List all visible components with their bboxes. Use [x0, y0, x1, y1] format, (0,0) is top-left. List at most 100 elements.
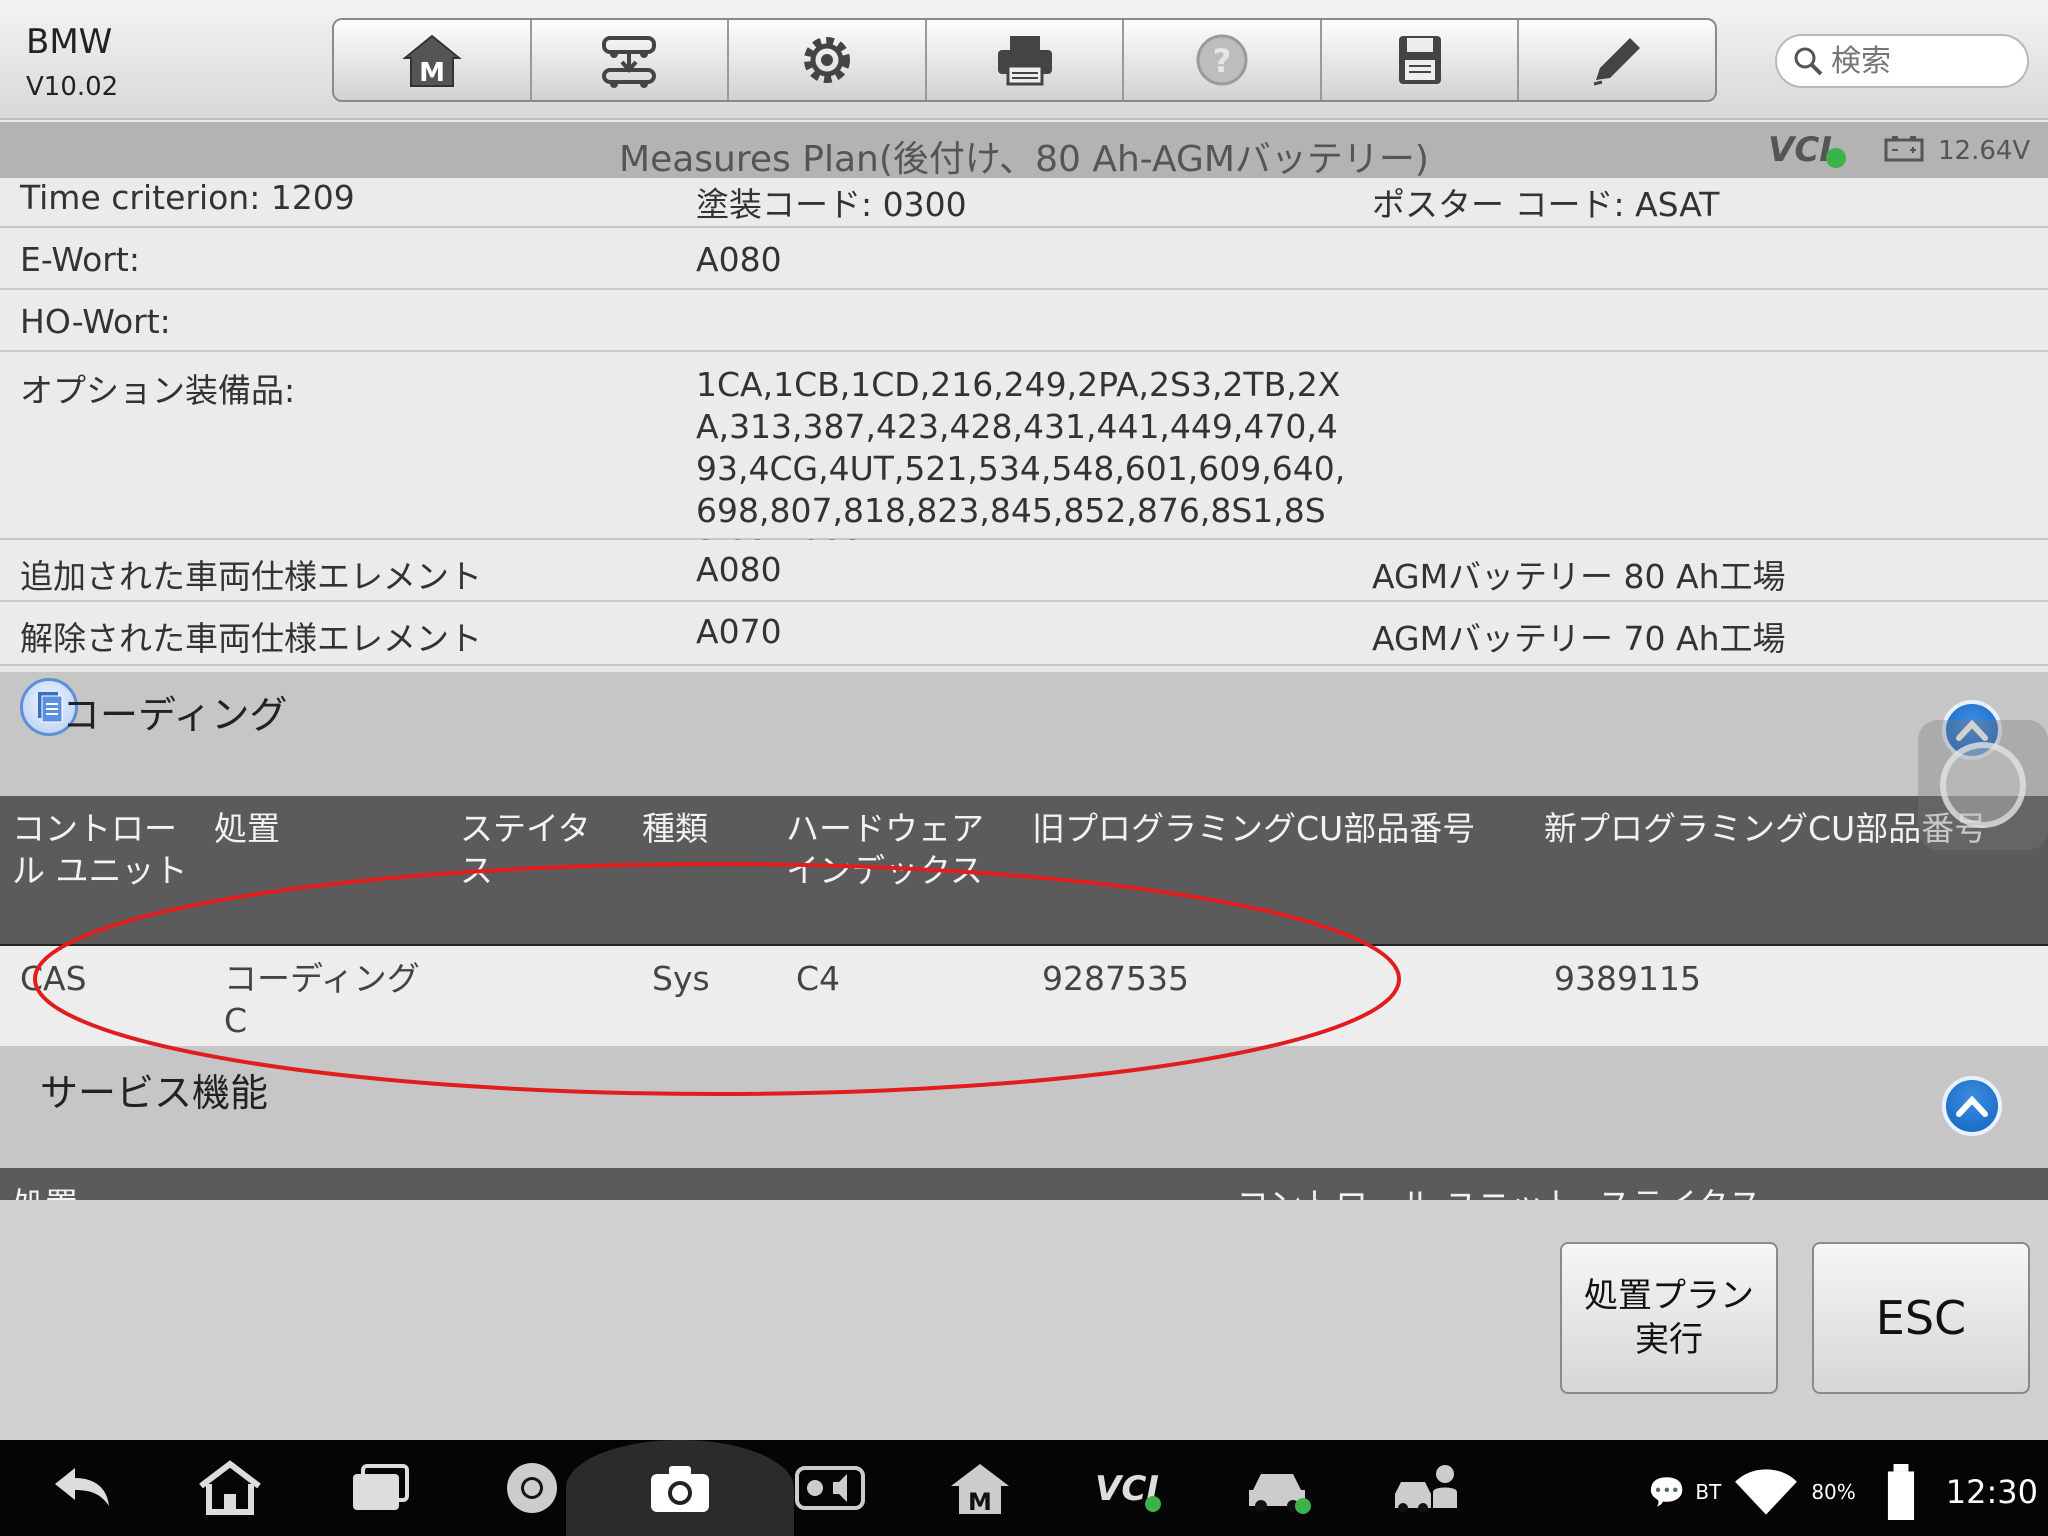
ho-wort-label: HO-Wort: — [20, 302, 171, 341]
removed-code: A070 — [696, 612, 782, 651]
e-wort-value: A080 — [696, 240, 782, 279]
title-bar: Measures Plan(後付け、80 Ah-AGMバッテリー) VCI 12… — [0, 122, 2048, 180]
vci-manager-button[interactable]: VCI — [1090, 1458, 1166, 1518]
vci-status: VCI — [1768, 130, 1846, 170]
info-row-removed: 解除された車両仕様エレメント A070 AGMバッテリー 70 Ah工場 — [0, 602, 2048, 666]
wifi-icon — [1735, 1469, 1798, 1515]
vci-icon: VCI — [1095, 1469, 1161, 1512]
remote-expert-button[interactable] — [1388, 1458, 1464, 1518]
vehicle-swap-button[interactable] — [532, 20, 730, 100]
brand-block: BMW V10.02 — [26, 22, 118, 102]
vehicle-info-table: Time criterion: 1209 塗装コード: 0300 ポスター コー… — [0, 178, 2048, 666]
help-icon: ? — [1196, 34, 1248, 86]
brand-version: V10.02 — [26, 72, 119, 102]
info-row-criteria: Time criterion: 1209 塗装コード: 0300 ポスター コー… — [0, 178, 2048, 228]
home-button[interactable]: M — [334, 20, 532, 100]
col-action: 処置 — [214, 809, 280, 848]
battery-voltage: 12.64V — [1938, 136, 2031, 166]
vehicle-transfer-icon — [602, 36, 657, 88]
settings-button[interactable] — [729, 20, 927, 100]
save-button[interactable] — [1322, 20, 1520, 100]
col-old-part: 旧プログラミングCU部品番号 — [1032, 809, 1476, 848]
save-disk-icon — [1398, 36, 1441, 84]
action-bar: 処置プラン 実行 ESC — [0, 1200, 2048, 1440]
edit-pencil-icon — [1593, 38, 1641, 86]
battery-voltage-icon — [1884, 136, 1924, 162]
camera-icon — [651, 1466, 709, 1512]
esc-button[interactable]: ESC — [1812, 1242, 2030, 1394]
vci-connected-icon — [1825, 148, 1846, 168]
system-nav-bar: M VCI 💬 BT 80% 12:30 — [0, 1440, 2048, 1536]
execute-plan-button[interactable]: 処置プラン 実行 — [1560, 1242, 1778, 1394]
options-label: オプション装備品: — [20, 371, 296, 410]
service-collapse-button[interactable] — [1942, 1076, 2002, 1136]
info-row-options: オプション装備品: 1CA,1CB,1CD,216,249,2PA,2S3,2T… — [0, 352, 2048, 572]
svg-text:M: M — [968, 1488, 992, 1516]
removed-desc: AGMバッテリー 70 Ah工場 — [1372, 619, 1786, 658]
vehicle-diag-button[interactable] — [1240, 1458, 1316, 1518]
browser-button[interactable] — [494, 1458, 570, 1518]
car-icon — [1249, 1474, 1311, 1514]
removed-label: 解除された車両仕様エレメント — [20, 619, 482, 658]
service-col-action: 処置 — [12, 1178, 78, 1200]
coding-section-header[interactable]: コーディング — [0, 672, 2048, 796]
top-bar: BMW V10.02 M ? 検索 — [0, 0, 2048, 120]
screenshot-button[interactable] — [642, 1458, 718, 1518]
back-button[interactable] — [44, 1458, 120, 1518]
col-type: 種類 — [642, 809, 708, 848]
home-m-icon: M — [401, 34, 462, 88]
scroll-handle[interactable] — [1918, 720, 2048, 850]
service-table-header: 処置 コントロール ユニット ステイタス — [0, 1168, 2048, 1200]
home-m-icon: M — [951, 1464, 1009, 1516]
chat-notification-icon: 💬 — [1648, 1474, 1686, 1510]
svg-text:?: ? — [1213, 42, 1232, 80]
added-label: 追加された車両仕様エレメント — [20, 557, 482, 596]
search-icon — [1794, 47, 1823, 76]
e-wort-label: E-Wort: — [20, 240, 140, 279]
house-icon — [199, 1460, 261, 1515]
battery-icon — [1887, 1464, 1914, 1520]
chrome-icon — [507, 1463, 557, 1513]
scroll-handle-ring — [1940, 742, 2026, 828]
svg-text:M: M — [419, 58, 445, 88]
info-row-ho-wort: HO-Wort: — [0, 290, 2048, 352]
vci-label: VCI — [1768, 130, 1832, 170]
page-title: Measures Plan(後付け、80 Ah-AGMバッテリー) — [619, 139, 1429, 180]
print-button[interactable] — [927, 20, 1125, 100]
status-bar: 💬 BT 80% 12:30 — [1648, 1464, 2038, 1520]
brightness-volume-icon — [795, 1466, 865, 1510]
battery-percent: 80% — [1811, 1480, 1856, 1504]
added-desc: AGMバッテリー 80 Ah工場 — [1372, 557, 1786, 596]
clock: 12:30 — [1945, 1473, 2038, 1511]
recent-apps-icon — [353, 1464, 409, 1510]
diag-home-button[interactable]: M — [942, 1458, 1018, 1518]
main-toolbar: M ? — [332, 18, 1717, 102]
info-row-e-wort: E-Wort: A080 — [0, 228, 2048, 290]
chevron-up-icon — [1956, 1095, 1988, 1117]
brand-name: BMW — [26, 22, 113, 62]
time-criterion: Time criterion: 1209 — [20, 178, 355, 217]
bluetooth-icon: BT — [1695, 1480, 1722, 1504]
execute-plan-label-1: 処置プラン — [1584, 1276, 1754, 1316]
added-code: A080 — [696, 550, 782, 589]
android-home-button[interactable] — [192, 1458, 268, 1518]
paint-code: 塗装コード: 0300 — [696, 185, 967, 224]
service-col-unit: コントロール ユニット — [1236, 1178, 1577, 1200]
info-row-added: 追加された車両仕様エレメント A080 AGMバッテリー 80 Ah工場 — [0, 540, 2048, 602]
service-col-status: ステイタス — [1598, 1178, 1762, 1200]
cell-new-part: 9389115 — [1554, 959, 1701, 998]
printer-icon — [997, 36, 1052, 86]
coding-section-label: コーディング — [62, 693, 288, 737]
back-arrow-icon — [55, 1468, 109, 1506]
help-button[interactable]: ? — [1124, 20, 1322, 100]
edit-button[interactable] — [1519, 20, 1715, 100]
recent-apps-button[interactable] — [342, 1458, 418, 1518]
poster-code: ポスター コード: ASAT — [1372, 185, 1720, 224]
settings-gear-icon — [803, 37, 850, 83]
search-box[interactable] — [1775, 34, 2029, 88]
annotation-oval — [33, 862, 1401, 1096]
car-technician-icon — [1395, 1465, 1457, 1513]
search-input[interactable] — [1831, 43, 2011, 79]
brightness-volume-button[interactable] — [792, 1458, 868, 1518]
execute-plan-label-2: 実行 — [1635, 1320, 1703, 1360]
